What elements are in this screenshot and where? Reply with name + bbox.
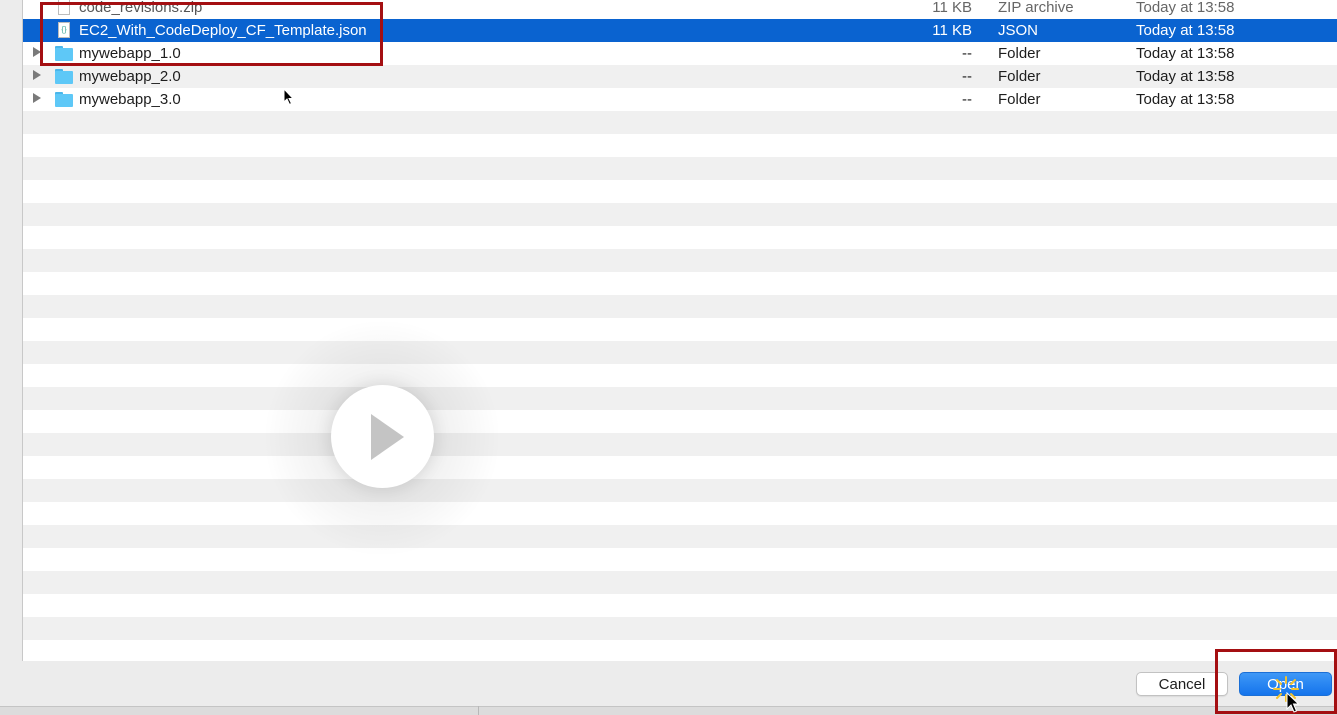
json-document-icon: {} — [55, 22, 73, 38]
list-item[interactable]: mywebapp_2.0 -- Folder Today at 13:58 — [23, 65, 1337, 88]
file-size: -- — [962, 91, 972, 108]
file-kind: Folder — [998, 91, 1041, 108]
file-name: mywebapp_1.0 — [79, 45, 181, 62]
file-size: 11 KB — [932, 0, 972, 16]
list-item[interactable]: code_revisions.zip 11 KB ZIP archive Tod… — [23, 0, 1337, 19]
footer-divider — [0, 706, 1337, 715]
file-date: Today at 13:58 — [1136, 68, 1235, 85]
file-size: -- — [962, 45, 972, 62]
file-kind: JSON — [998, 22, 1039, 39]
cancel-button[interactable]: Cancel — [1136, 672, 1228, 696]
list-item[interactable]: mywebapp_3.0 -- Folder Today at 13:58 — [23, 88, 1337, 111]
file-name: EC2_With_CodeDeploy_CF_Template.json — [79, 22, 367, 39]
mouse-pointer-icon — [283, 88, 295, 106]
sidebar-edge — [0, 0, 23, 661]
disclosure-triangle-icon[interactable] — [33, 70, 41, 80]
file-kind: ZIP archive — [998, 0, 1074, 16]
folder-icon — [55, 92, 73, 107]
file-date: Today at 13:58 — [1136, 22, 1235, 39]
file-list[interactable]: code_revisions.zip 11 KB ZIP archive Tod… — [23, 0, 1337, 662]
file-kind: Folder — [998, 45, 1041, 62]
document-icon — [55, 0, 73, 15]
open-file-dialog: code_revisions.zip 11 KB ZIP archive Tod… — [0, 0, 1337, 715]
file-date: Today at 13:58 — [1136, 91, 1235, 108]
file-name: code_revisions.zip — [79, 0, 203, 16]
disclosure-triangle-icon[interactable] — [33, 93, 41, 103]
dialog-footer: Cancel Open — [0, 661, 1337, 715]
file-date: Today at 13:58 — [1136, 0, 1235, 16]
mouse-pointer-icon — [1286, 692, 1300, 713]
folder-icon — [55, 46, 73, 61]
file-name: mywebapp_3.0 — [79, 91, 181, 108]
file-kind: Folder — [998, 68, 1041, 85]
folder-icon — [55, 69, 73, 84]
list-item-selected[interactable]: {} EC2_With_CodeDeploy_CF_Template.json … — [23, 19, 1337, 42]
file-size: -- — [962, 68, 972, 85]
play-icon[interactable] — [331, 385, 434, 488]
file-name: mywebapp_2.0 — [79, 68, 181, 85]
file-date: Today at 13:58 — [1136, 45, 1235, 62]
disclosure-triangle-icon[interactable] — [33, 47, 41, 57]
file-size: 11 KB — [932, 22, 972, 39]
list-item[interactable]: mywebapp_1.0 -- Folder Today at 13:58 — [23, 42, 1337, 65]
footer-divider — [478, 706, 479, 715]
